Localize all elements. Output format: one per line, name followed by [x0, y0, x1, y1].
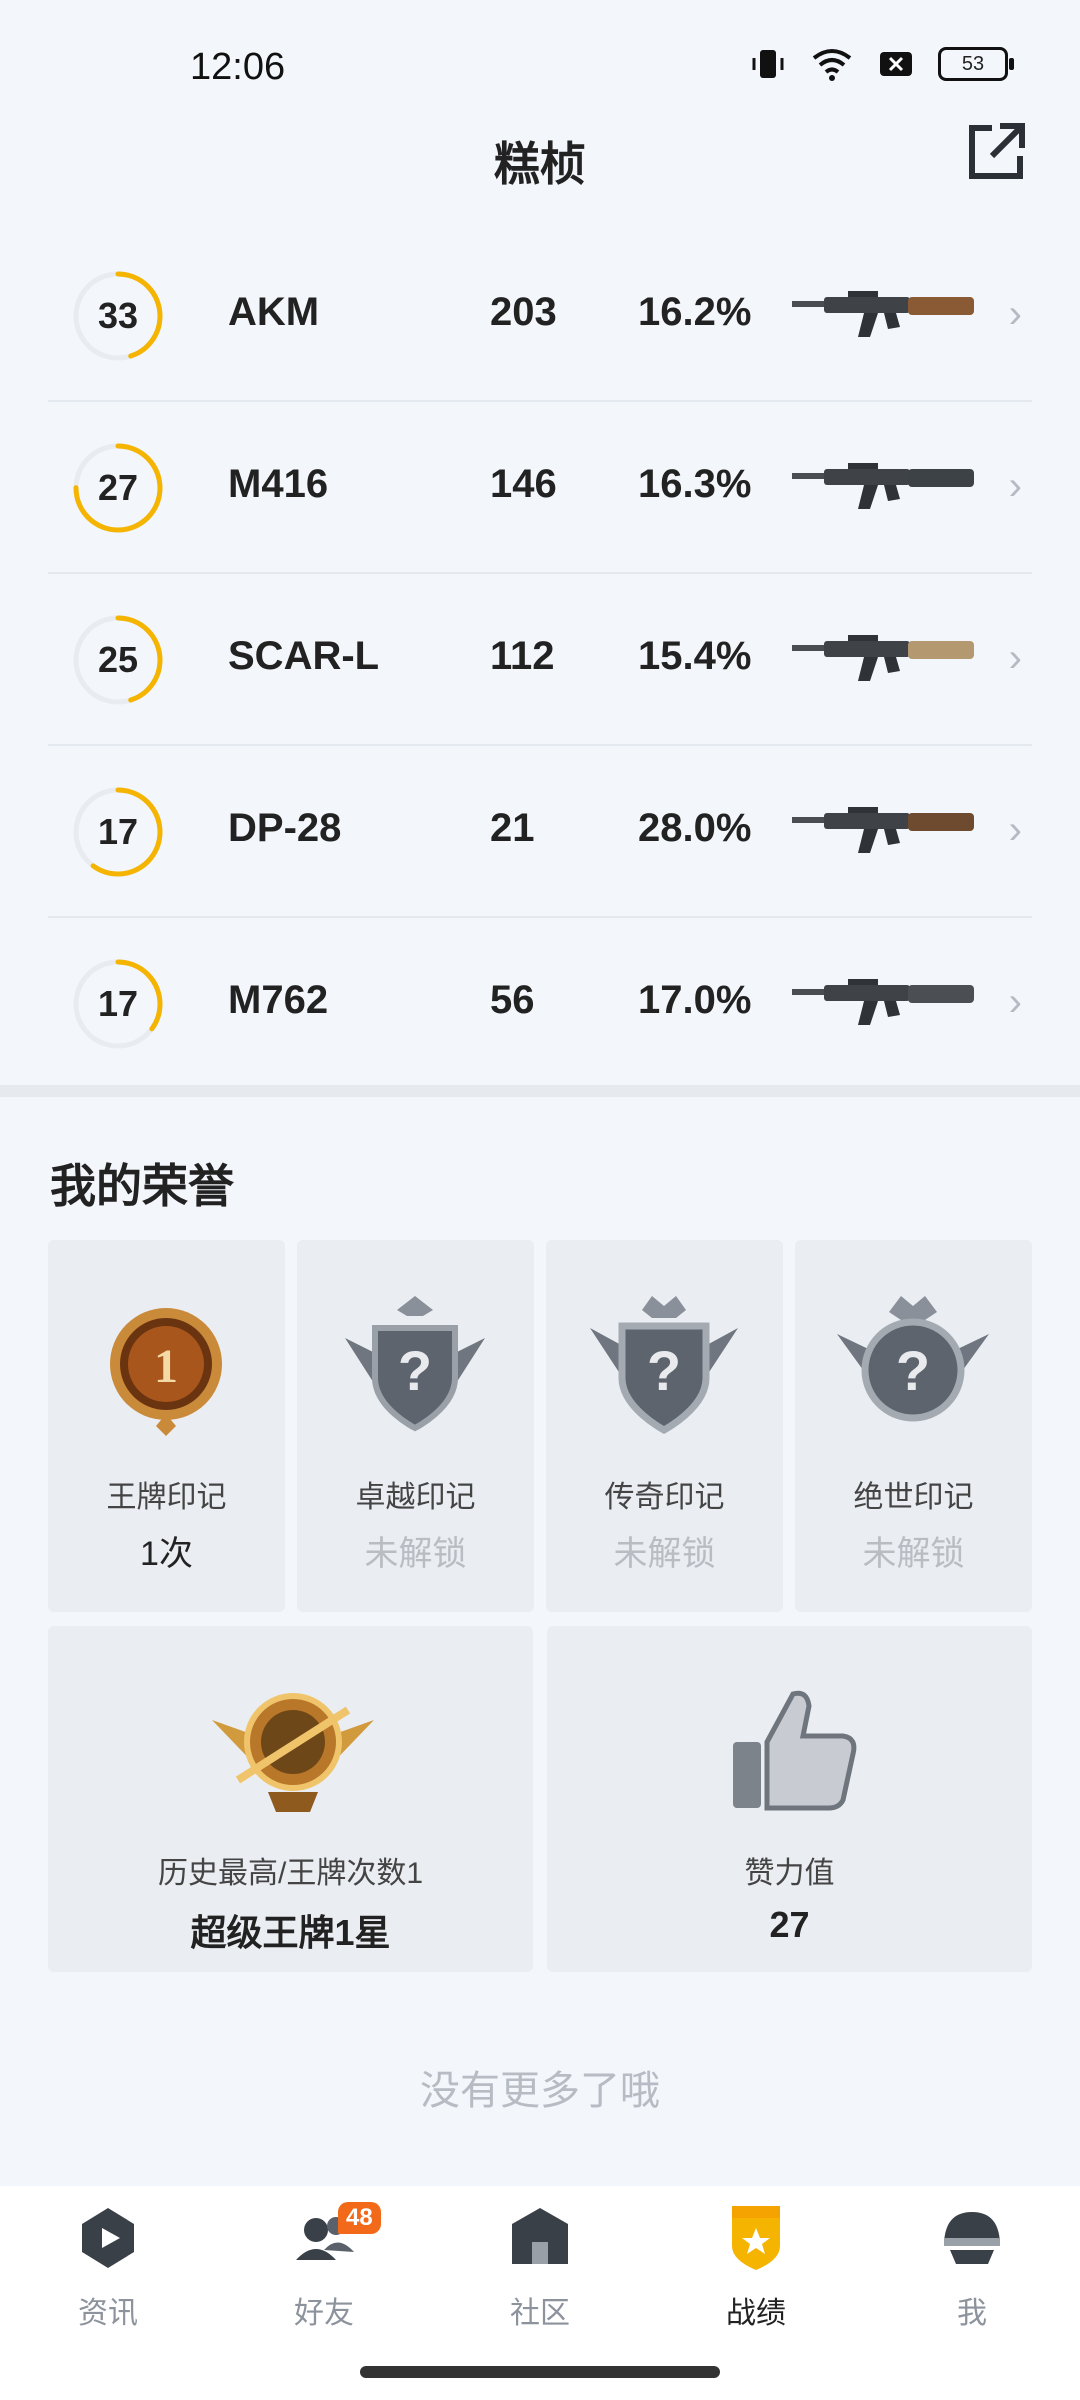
vibrate-icon: [752, 50, 784, 78]
friends-count-badge: 48: [338, 2202, 381, 2234]
weapon-kills: 146: [490, 462, 557, 506]
weapon-level: 27: [97, 467, 139, 508]
svg-text:?: ?: [896, 1339, 930, 1402]
akm-rifle-image: [792, 291, 974, 337]
honor-badge-card[interactable]: ? 传奇印记 未解锁: [546, 1240, 783, 1612]
badge-name: 传奇印记: [604, 1481, 725, 1514]
chevron-right-icon: ›: [1008, 636, 1022, 680]
nav-item-records[interactable]: 战绩: [686, 2202, 826, 2332]
weapon-name: M762: [228, 978, 329, 1022]
no-sim-icon: [880, 52, 912, 76]
home-indicator: [360, 2366, 720, 2378]
honor-badge-grid: 1 王牌印记 1次 ? 卓越印记 未解锁 ? 传奇印记 未解锁 ? 绝世印记 未…: [48, 1240, 1032, 1612]
svg-text:?: ?: [398, 1339, 432, 1402]
honor-badge-card[interactable]: ? 卓越印记 未解锁: [297, 1240, 534, 1612]
honors-title: 我的荣誉: [50, 1160, 234, 1212]
svg-text:?: ?: [647, 1339, 681, 1402]
honor-badge-card[interactable]: 1 王牌印记 1次: [48, 1240, 285, 1612]
weapon-level: 17: [97, 811, 139, 852]
badge-name: 卓越印记: [355, 1481, 476, 1514]
nav-item-news[interactable]: 资讯: [38, 2202, 178, 2332]
weapon-rate: 16.3%: [638, 462, 752, 506]
chevron-right-icon: ›: [1008, 464, 1022, 508]
weapon-rate: 28.0%: [638, 806, 752, 850]
weapon-level: 17: [97, 983, 139, 1024]
weapon-level: 25: [97, 639, 139, 680]
svg-text:1: 1: [154, 1340, 178, 1393]
badge-value: 未解锁: [364, 1535, 467, 1573]
likes-card[interactable]: 赞力值 27: [547, 1626, 1032, 1972]
nav-label: 我: [957, 2297, 987, 2330]
status-time: 12:06: [190, 46, 286, 88]
highest-rank-value: 超级王牌1星: [190, 1912, 391, 1953]
chevron-right-icon: ›: [1008, 292, 1022, 336]
weapon-kills: 21: [490, 806, 535, 850]
weapon-rate: 16.2%: [638, 290, 752, 334]
weapon-row[interactable]: 27 M416 146 16.3% ›: [48, 402, 1032, 574]
weapon-rate: 15.4%: [638, 634, 752, 678]
chevron-right-icon: ›: [1008, 808, 1022, 852]
ace-mark-icon: 1: [110, 1308, 222, 1436]
likes-label: 赞力值: [744, 1857, 835, 1890]
honor-summary-grid: 历史最高/王牌次数1 超级王牌1星 赞力值 27: [48, 1626, 1032, 1972]
chevron-right-icon: ›: [1008, 980, 1022, 1024]
community-house-icon: [512, 2208, 568, 2264]
m416-rifle-image: [792, 463, 974, 509]
header: 糕桢: [0, 120, 1080, 200]
weapon-name: M416: [228, 462, 329, 506]
section-divider: [0, 1085, 1080, 1097]
weapon-list: 33 AKM 203 16.2% › 27 M416 146 16.3% › 2…: [48, 230, 1032, 1088]
news-play-icon: [82, 2208, 134, 2268]
wifi-icon: [812, 49, 852, 81]
weapon-rate: 17.0%: [638, 978, 752, 1022]
m762-rifle-image: [792, 979, 974, 1025]
badge-value: 未解锁: [862, 1535, 965, 1573]
weapon-row[interactable]: 25 SCAR-L 112 15.4% ›: [48, 574, 1032, 746]
weapon-row[interactable]: 33 AKM 203 16.2% ›: [48, 230, 1032, 402]
badge-value: 未解锁: [613, 1535, 716, 1573]
badge-value: 1次: [140, 1535, 193, 1573]
helmet-profile-icon: [944, 2212, 1000, 2264]
likes-value: 27: [769, 1904, 810, 1945]
status-icons: 53: [750, 46, 1014, 82]
record-shield-icon: [732, 2206, 780, 2270]
weapon-kills: 56: [490, 978, 535, 1022]
badge-name: 绝世印记: [853, 1481, 974, 1514]
share-external-icon[interactable]: [964, 120, 1028, 184]
nav-label: 资讯: [78, 2297, 138, 2330]
legend-mark-locked-icon: ?: [590, 1296, 738, 1434]
weapon-name: SCAR-L: [228, 634, 380, 678]
weapon-kills: 112: [490, 634, 555, 678]
weapon-level: 33: [97, 295, 139, 336]
highest-rank-label: 历史最高/王牌次数1: [157, 1857, 424, 1890]
nav-label: 好友: [294, 2297, 354, 2330]
nav-label: 社区: [510, 2297, 570, 2330]
nav-label: 战绩: [726, 2297, 786, 2330]
weapon-row[interactable]: 17 DP-28 21 28.0% ›: [48, 746, 1032, 918]
dp28-lmg-image: [792, 807, 974, 853]
weapon-kills: 203: [490, 290, 557, 334]
weapon-name: DP-28: [228, 806, 342, 850]
scarl-rifle-image: [792, 635, 974, 681]
page-title: 糕桢: [494, 138, 586, 190]
peerless-mark-locked-icon: ?: [837, 1296, 989, 1422]
weapon-row[interactable]: 17 M762 56 17.0% ›: [48, 918, 1032, 1088]
nav-item-community[interactable]: 社区: [470, 2202, 610, 2332]
nav-item-me[interactable]: 我: [902, 2202, 1042, 2332]
excellence-mark-locked-icon: ?: [345, 1296, 485, 1432]
super-ace-rank-icon: [212, 1693, 374, 1812]
weapon-name: AKM: [228, 290, 320, 334]
status-bar: 12:06 53: [0, 0, 1080, 130]
honor-badge-card[interactable]: ? 绝世印记 未解锁: [795, 1240, 1032, 1612]
thumbs-up-icon: [733, 1690, 857, 1811]
battery-indicator: 53: [938, 47, 1014, 81]
badge-name: 王牌印记: [106, 1481, 227, 1514]
nav-item-friends[interactable]: 48 好友: [254, 2202, 394, 2332]
end-of-list-text: 没有更多了哦: [420, 2069, 660, 2113]
highest-rank-card[interactable]: 历史最高/王牌次数1 超级王牌1星: [48, 1626, 533, 1972]
